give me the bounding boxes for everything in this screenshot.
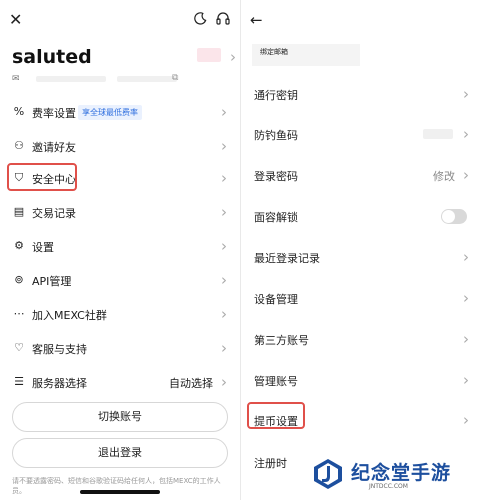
menu-item-settings[interactable]: ⚙ 设置 ›	[0, 232, 241, 262]
chevron-right-icon: ›	[221, 103, 227, 121]
menu-item-label: 交易记录	[32, 207, 76, 220]
account-menu-panel: ✕ saluted › ✉ ⧉ % 费率设置 享全球最低费率 › ⚇ 邀请好友 …	[0, 0, 241, 500]
chevron-right-icon: ›	[221, 305, 227, 323]
vip-badge	[197, 48, 221, 62]
masked-uid	[117, 76, 177, 82]
chevron-right-icon: ›	[221, 203, 227, 221]
api-icon: ⊚	[14, 273, 24, 286]
document-icon: ▤	[13, 205, 25, 218]
add-user-icon: ⚇	[14, 139, 24, 152]
percent-icon: %	[13, 105, 25, 118]
chevron-right-icon: ›	[221, 271, 227, 289]
row-face-unlock: 面容解锁	[241, 202, 481, 232]
bind-email-label: 绑定邮箱	[252, 44, 360, 66]
back-arrow-icon[interactable]: ←	[250, 11, 263, 29]
site-watermark: 纪念堂手游 JNTDCC.COM	[303, 452, 481, 500]
logout-button[interactable]: 退出登录	[12, 438, 228, 468]
menu-item-join-community[interactable]: ⋯ 加入MEXC社群 ›	[0, 300, 241, 330]
menu-item-label: 加入MEXC社群	[32, 309, 107, 322]
watermark-text: 纪念堂手游	[351, 462, 452, 484]
chevron-right-icon: ›	[463, 289, 469, 307]
chevron-right-icon: ›	[463, 330, 469, 348]
chevron-right-icon: ›	[221, 237, 227, 255]
fee-badge: 享全球最低费率	[78, 105, 142, 120]
close-icon[interactable]: ✕	[9, 10, 22, 29]
row-label: 面容解锁	[254, 211, 298, 224]
username[interactable]: saluted	[12, 46, 92, 68]
menu-item-label: 服务器选择	[32, 377, 87, 390]
menu-item-trade-history[interactable]: ▤ 交易记录 ›	[0, 198, 241, 228]
chevron-right-icon: ›	[463, 248, 469, 266]
row-recent-logins[interactable]: 最近登录记录 ›	[241, 243, 481, 273]
gear-icon: ⚙	[14, 239, 24, 252]
menu-item-label: API管理	[32, 275, 72, 288]
chevron-right-icon: ›	[221, 339, 227, 357]
menu-item-api-management[interactable]: ⊚ API管理 ›	[0, 266, 241, 296]
row-label: 通行密钥	[254, 89, 298, 102]
heart-icon: ♡	[14, 341, 24, 354]
watermark-logo-icon	[314, 459, 342, 489]
chevron-right-icon: ›	[463, 125, 469, 143]
highlight-box	[247, 402, 305, 429]
row-label: 管理账号	[254, 375, 298, 388]
row-label: 最近登录记录	[254, 252, 320, 265]
row-label: 设备管理	[254, 293, 298, 306]
security-center-panel: ← 绑定邮箱 通行密钥 › 防钓鱼码 › 登录密码 修改 › 面容解锁 最近登录…	[241, 0, 481, 500]
row-label: 第三方账号	[254, 334, 309, 347]
copy-icon[interactable]: ⧉	[172, 73, 178, 83]
chevron-right-icon: ›	[463, 371, 469, 389]
row-login-password[interactable]: 登录密码 修改 ›	[241, 161, 481, 191]
headset-icon[interactable]	[216, 12, 230, 25]
menu-item-label: 客服与支持	[32, 343, 87, 356]
chevron-right-icon: ›	[221, 137, 227, 155]
row-anti-phishing-code[interactable]: 防钓鱼码 ›	[241, 120, 481, 150]
row-label: 登录密码	[254, 170, 298, 183]
menu-item-label: 邀请好友	[32, 141, 76, 154]
mail-icon: ✉	[12, 74, 20, 84]
row-label: 防钓鱼码	[254, 129, 298, 142]
row-value: 修改	[433, 170, 455, 183]
sliders-icon: ☰	[14, 375, 24, 388]
chevron-right-icon: ›	[463, 166, 469, 184]
menu-item-support[interactable]: ♡ 客服与支持 ›	[0, 334, 241, 364]
menu-item-fee-settings[interactable]: % 费率设置 享全球最低费率 ›	[0, 98, 241, 128]
menu-item-server-select[interactable]: ☰ 服务器选择 自动选择 ›	[0, 368, 241, 398]
chevron-right-icon: ›	[463, 85, 469, 103]
highlight-box	[7, 163, 77, 191]
chat-bubble-icon: ⋯	[13, 307, 25, 320]
chevron-right-icon: ›	[463, 411, 469, 429]
row-third-party-accounts[interactable]: 第三方账号 ›	[241, 325, 481, 355]
server-select-value: 自动选择	[169, 377, 213, 390]
row-device-management[interactable]: 设备管理 ›	[241, 284, 481, 314]
switch-account-button[interactable]: 切换账号	[12, 402, 228, 432]
row-label: 注册时	[254, 457, 287, 470]
chevron-right-icon: ›	[221, 169, 227, 187]
toggle-knob	[442, 210, 455, 223]
menu-item-label: 费率设置	[32, 107, 76, 120]
menu-item-invite-friends[interactable]: ⚇ 邀请好友 ›	[0, 132, 241, 162]
face-unlock-toggle[interactable]	[441, 209, 467, 224]
row-passkey[interactable]: 通行密钥 ›	[241, 80, 481, 110]
row-manage-accounts[interactable]: 管理账号 ›	[241, 366, 481, 396]
chevron-right-icon: ›	[221, 373, 227, 391]
masked-email	[36, 76, 106, 82]
watermark-url: JNTDCC.COM	[369, 483, 408, 490]
masked-value	[423, 129, 453, 139]
chevron-right-icon[interactable]: ›	[230, 48, 236, 66]
moon-icon[interactable]	[194, 12, 207, 25]
home-indicator	[80, 490, 160, 494]
menu-item-label: 设置	[32, 241, 54, 254]
account-info-line: ✉ ⧉	[12, 73, 212, 84]
